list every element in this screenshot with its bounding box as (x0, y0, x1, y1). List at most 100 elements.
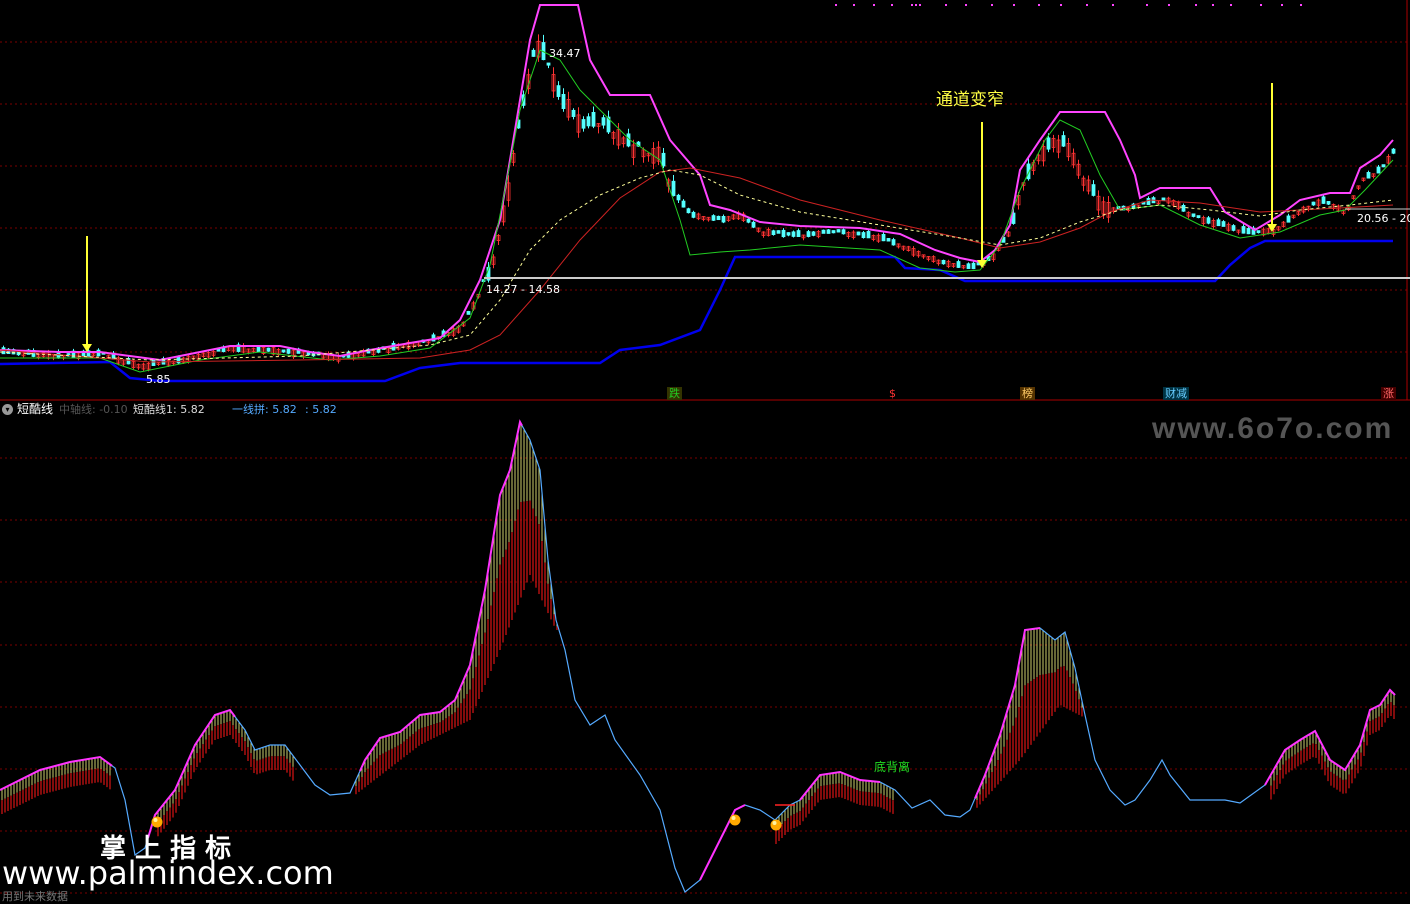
top-marker-dot (915, 4, 917, 6)
price-chart-svg[interactable] (0, 0, 1410, 902)
top-marker-dot (965, 4, 967, 6)
candle-body (886, 238, 891, 242)
top-marker-dot (991, 4, 993, 6)
candle-body (966, 263, 971, 269)
candle-body (561, 94, 566, 109)
top-marker-dot (1195, 4, 1197, 6)
candle-body (1146, 198, 1151, 205)
candle-body (806, 231, 811, 237)
candle-body (1091, 184, 1096, 196)
candle-body (1256, 230, 1261, 234)
candle-body (1191, 213, 1196, 217)
candle-body (96, 349, 101, 357)
top-marker-dot (1146, 4, 1148, 6)
candle-body (836, 229, 841, 233)
top-marker-dot (873, 4, 875, 6)
top-marker-dot (1230, 4, 1232, 6)
top-marker-dot (1168, 4, 1170, 6)
buy-signal-highlight (731, 816, 736, 820)
candle-body (581, 119, 586, 129)
candle-body (466, 311, 471, 315)
signal-badge-finance-cut[interactable]: 财减 (1163, 387, 1189, 400)
upper-band-line (0, 4, 1394, 362)
low-price-label: 5.85 (146, 373, 171, 386)
signal-badge-rise[interactable]: 涨 (1381, 387, 1396, 400)
legend-center-line: 中轴线: -0.10 (59, 403, 128, 416)
candle-body (1246, 228, 1251, 235)
top-marker-dot (853, 4, 855, 6)
top-marker-dot (835, 4, 837, 6)
top-marker-dot (1212, 4, 1214, 6)
indicator-title: 短酷线 (17, 402, 54, 416)
buy-signal-ball (729, 814, 741, 826)
watermark-6o7o: www.6o7o.com (1152, 412, 1394, 445)
candle-body (831, 230, 836, 234)
watermark-palm-url: www.palmindex.com (2, 854, 334, 892)
candle-body (266, 347, 271, 352)
candle-body (841, 229, 846, 235)
candle-body (791, 231, 796, 237)
candle-body (821, 229, 826, 234)
top-marker-dot (1038, 4, 1040, 6)
candle-body (811, 231, 816, 236)
candle-body (881, 233, 886, 242)
candle-body (751, 221, 756, 228)
indicator-rising-line (1264, 688, 1396, 786)
indicator-rising-line (359, 419, 523, 772)
candle-body (1221, 221, 1226, 227)
candle-body (1286, 215, 1291, 223)
candle-body (661, 152, 666, 167)
candle-body (776, 230, 781, 234)
candle-body (891, 239, 896, 246)
candle-body (691, 211, 696, 218)
candle-body (1321, 196, 1326, 204)
candle-body (1376, 166, 1381, 174)
candle-body (746, 218, 751, 223)
signal-badge-dollar[interactable]: $ (887, 387, 898, 400)
top-marker-dot (1060, 4, 1062, 6)
top-marker-dot (919, 4, 921, 6)
candle-body (971, 262, 976, 270)
range-left-label: 14.27 - 14.58 (486, 283, 560, 296)
candle-body (681, 200, 686, 208)
top-marker-dot (911, 4, 913, 6)
collapse-icon[interactable]: ▾ (2, 404, 13, 415)
candle-body (1046, 137, 1051, 150)
candle-body (601, 117, 606, 126)
candle-body (716, 215, 721, 221)
chart-stage: 通道变窄 34.47 14.27 - 14.58 20.56 - 20 5.85… (0, 0, 1410, 903)
buy-signal-highlight (153, 818, 158, 822)
legend-value: : 5.82 (305, 403, 337, 416)
indicator-line (0, 420, 1396, 893)
candle-body (826, 229, 831, 234)
candle-body (1241, 226, 1246, 234)
candle-body (1206, 217, 1211, 224)
lower-band-line (0, 239, 1393, 383)
top-marker-dot (1112, 4, 1114, 6)
long-ma-line (0, 167, 1394, 363)
candle-body (771, 230, 776, 236)
candle-body (1391, 148, 1396, 154)
candle-body (546, 62, 551, 66)
high-price-label: 34.47 (549, 47, 581, 60)
buy-signal-ball (151, 816, 163, 828)
buy-signal-ball (770, 819, 782, 831)
candle-body (1196, 215, 1201, 219)
candle-body (676, 194, 681, 201)
top-marker-dot (1086, 4, 1088, 6)
channel-narrowing-label: 通道变窄 (936, 90, 1004, 110)
candle-body (281, 349, 286, 353)
top-marker-dot (1281, 4, 1283, 6)
signal-badge-rank[interactable]: 榜 (1020, 387, 1035, 400)
candle-body (941, 259, 946, 265)
candle-body (591, 112, 596, 127)
candle-body (671, 180, 676, 197)
candle-body (1381, 164, 1386, 168)
candle-body (796, 230, 801, 238)
signal-badge-fall[interactable]: 跌 (667, 387, 682, 400)
candle-body (711, 215, 716, 221)
candle-body (781, 229, 786, 238)
buy-signal-highlight (772, 821, 777, 825)
candle-body (1161, 197, 1166, 201)
candle-body (256, 346, 261, 353)
